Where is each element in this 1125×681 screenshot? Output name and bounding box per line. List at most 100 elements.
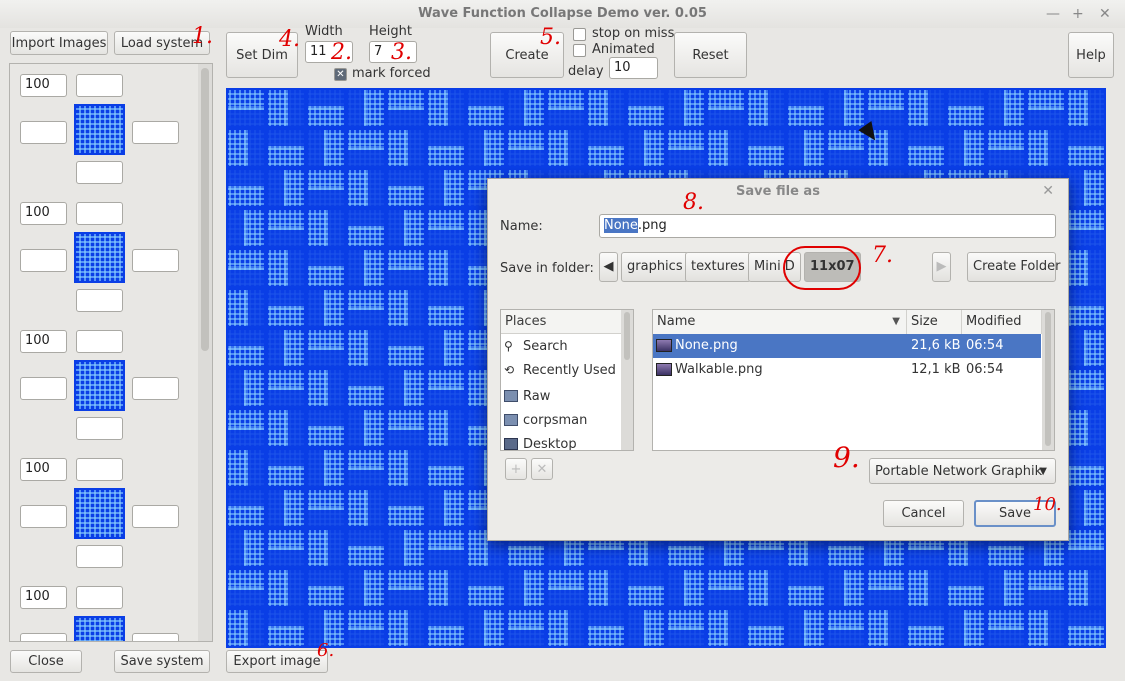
output-tile xyxy=(346,88,386,128)
create-folder-button[interactable]: Create Folder xyxy=(967,252,1061,282)
output-tile xyxy=(426,488,466,528)
breadcrumb-textures[interactable]: textures xyxy=(685,252,751,282)
tile-weight-field[interactable]: 100 xyxy=(20,202,67,225)
place-corpsman[interactable]: corpsman xyxy=(501,409,631,433)
output-tile xyxy=(506,128,546,168)
stop-on-miss-checkbox[interactable] xyxy=(573,28,586,41)
cancel-button[interactable]: Cancel xyxy=(883,500,964,527)
tile-weight-field[interactable]: 100 xyxy=(20,586,67,609)
save-file-dialog[interactable]: Save file as ✕ Name: None.png Save in fo… xyxy=(487,178,1069,541)
place-recently-used[interactable]: ⟲ Recently Used xyxy=(501,359,631,383)
place-desktop[interactable]: Desktop xyxy=(501,433,631,450)
mark-forced-checkbox[interactable]: ✕ xyxy=(334,68,347,81)
tile-neighbor-left-field[interactable] xyxy=(20,377,67,400)
remove-bookmark-icon[interactable]: ✕ xyxy=(531,458,553,480)
output-tile xyxy=(386,328,426,368)
output-tile xyxy=(1066,528,1106,568)
tile-neighbor-bottom-field[interactable] xyxy=(76,545,123,568)
output-tile xyxy=(306,248,346,288)
column-header-modified[interactable]: Modified xyxy=(962,310,1042,334)
file-type-select[interactable]: Portable Network Graphik ▼ xyxy=(869,458,1056,484)
help-button[interactable]: Help xyxy=(1068,32,1114,78)
tile-neighbor-left-field[interactable] xyxy=(20,633,67,641)
width-label: Width xyxy=(305,24,343,39)
breadcrumb-back-arrow-icon[interactable]: ◀ xyxy=(599,252,618,282)
places-scroll-thumb[interactable] xyxy=(624,312,630,360)
file-list-scrollbar[interactable] xyxy=(1042,310,1054,450)
animated-checkbox[interactable] xyxy=(573,44,586,57)
column-header-size[interactable]: Size xyxy=(907,310,962,334)
place-search[interactable]: ⚲ Search xyxy=(501,335,631,359)
tile-neighbor-bottom-field[interactable] xyxy=(76,161,123,184)
tile-neighbor-top-field[interactable] xyxy=(76,202,123,225)
breadcrumb-forward-arrow-icon[interactable]: ▶ xyxy=(932,252,951,282)
output-tile xyxy=(786,88,826,128)
import-images-button[interactable]: Import Images xyxy=(10,31,108,55)
breadcrumb-graphics[interactable]: graphics xyxy=(621,252,689,282)
dialog-close-icon[interactable]: ✕ xyxy=(1042,183,1054,199)
close-button[interactable]: Close xyxy=(10,650,82,673)
places-pane[interactable]: Places ⚲ Search ⟲ Recently Used Raw corpsm… xyxy=(500,309,634,451)
tile-list-scroll-thumb[interactable] xyxy=(201,68,209,351)
file-list-scroll-thumb[interactable] xyxy=(1045,312,1051,446)
dialog-title: Save file as xyxy=(736,184,820,199)
places-scrollbar[interactable] xyxy=(621,310,633,450)
output-tile xyxy=(1066,288,1106,328)
save-system-button[interactable]: Save system xyxy=(114,650,210,673)
tile-neighbor-right-field[interactable] xyxy=(132,377,179,400)
add-bookmark-icon[interactable]: + xyxy=(505,458,527,480)
recent-icon: ⟲ xyxy=(504,363,515,377)
tile-list-scrollbar[interactable] xyxy=(198,64,212,641)
file-row-none-png[interactable]: None.png 21,6 kB 06:54 xyxy=(653,334,1041,358)
delay-field[interactable]: 10 xyxy=(609,57,658,79)
height-label: Height xyxy=(369,24,412,39)
minimize-icon[interactable]: — xyxy=(1046,0,1060,28)
tile-weight-field[interactable]: 100 xyxy=(20,330,67,353)
tile-neighbor-right-field[interactable] xyxy=(132,505,179,528)
tile-neighbor-left-field[interactable] xyxy=(20,121,67,144)
tile-neighbor-top-field[interactable] xyxy=(76,330,123,353)
filename-input[interactable]: None.png xyxy=(599,214,1056,238)
output-tile xyxy=(1066,248,1106,288)
annotation-8: 8. xyxy=(683,190,704,215)
tile-weight-field[interactable]: 100 xyxy=(20,74,67,97)
tile-weight-field[interactable]: 100 xyxy=(20,458,67,481)
close-window-icon[interactable]: ✕ xyxy=(1099,0,1111,28)
output-tile xyxy=(466,608,506,648)
tile-neighbor-bottom-field[interactable] xyxy=(76,417,123,440)
maximize-icon[interactable]: + xyxy=(1072,0,1084,28)
output-tile xyxy=(306,488,346,528)
tile-neighbor-top-field[interactable] xyxy=(76,74,123,97)
output-tile xyxy=(426,248,466,288)
tile-neighbor-right-field[interactable] xyxy=(132,121,179,144)
tile-neighbor-right-field[interactable] xyxy=(132,249,179,272)
annotation-6: 6. xyxy=(317,640,335,661)
column-header-name[interactable]: Name ▼ xyxy=(653,310,907,334)
tile-neighbor-left-field[interactable] xyxy=(20,249,67,272)
output-tile xyxy=(426,408,466,448)
sort-arrow-icon: ▼ xyxy=(892,316,900,327)
output-tile xyxy=(266,208,306,248)
output-tile xyxy=(226,608,266,648)
export-image-button[interactable]: Export image xyxy=(226,650,328,673)
output-tile xyxy=(586,568,626,608)
image-file-icon xyxy=(656,339,672,352)
file-list-pane[interactable]: Name ▼ Size Modified None.png 21,6 kB 06:… xyxy=(652,309,1055,451)
output-tile xyxy=(706,608,746,648)
output-tile xyxy=(946,88,986,128)
search-icon: ⚲ xyxy=(504,339,513,353)
file-row-walkable-png[interactable]: Walkable.png 12,1 kB 06:54 xyxy=(653,358,1041,382)
output-tile xyxy=(546,608,586,648)
output-tile xyxy=(586,608,626,648)
tile-neighbor-bottom-field[interactable] xyxy=(76,289,123,312)
tile-neighbor-left-field[interactable] xyxy=(20,505,67,528)
reset-button[interactable]: Reset xyxy=(674,32,747,78)
tile-neighbor-right-field[interactable] xyxy=(132,633,179,641)
place-raw[interactable]: Raw xyxy=(501,385,631,409)
tile-list-panel[interactable]: 100 100 100 100 100 xyxy=(9,63,213,642)
output-tile xyxy=(226,328,266,368)
tile-neighbor-top-field[interactable] xyxy=(76,458,123,481)
output-tile xyxy=(1066,568,1106,608)
tile-neighbor-top-field[interactable] xyxy=(76,586,123,609)
output-tile xyxy=(306,168,346,208)
